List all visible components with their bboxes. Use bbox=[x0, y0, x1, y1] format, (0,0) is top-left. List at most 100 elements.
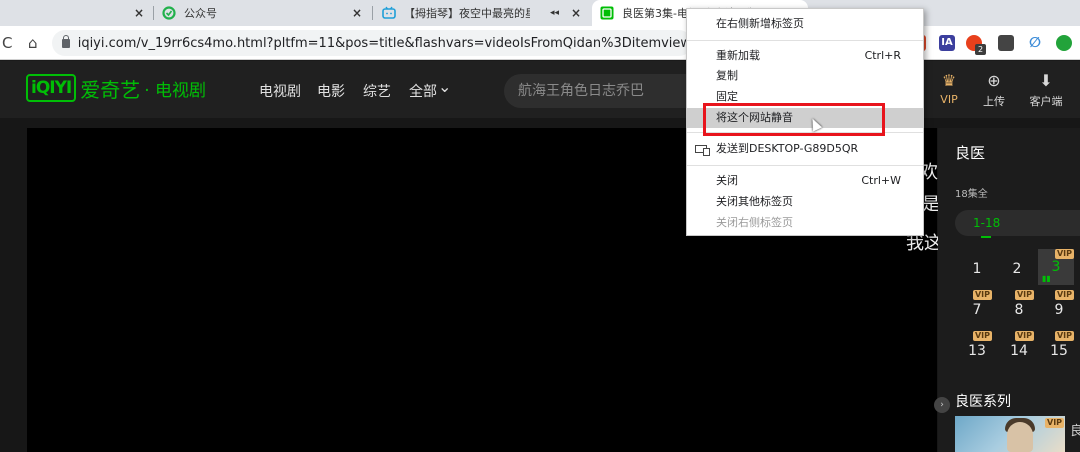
chevron-down-icon[interactable]: ⌄ bbox=[438, 77, 451, 96]
iqiyi-icon bbox=[600, 6, 614, 20]
menu-shortcut: Ctrl+R bbox=[864, 49, 901, 62]
menu-item-label: 发送到DESKTOP-G89D5QR bbox=[716, 142, 859, 155]
menu-item-label: 关闭 bbox=[716, 174, 738, 187]
upload-icon: ⊕ bbox=[987, 71, 1001, 90]
chevron-right-icon[interactable]: › bbox=[934, 397, 950, 413]
vip-badge: VIP bbox=[1054, 331, 1074, 341]
menu-item-label: 重新加载 bbox=[716, 49, 760, 62]
search-input[interactable]: 航海王角色日志乔巴 bbox=[504, 74, 704, 108]
vip-badge: VIP bbox=[1054, 249, 1074, 259]
nav-tv[interactable]: 电视剧 bbox=[259, 81, 301, 101]
series-poster[interactable]: VIP bbox=[955, 416, 1065, 452]
audio-playing-icon[interactable]: ◂◂ bbox=[550, 8, 559, 18]
tab-separator bbox=[372, 6, 373, 20]
episode-item[interactable]: VIP 8 bbox=[1004, 290, 1034, 320]
url-text: iqiyi.com/v_19rr6cs4mo.html?pltfm=11&pos… bbox=[77, 35, 692, 51]
episode-item-current[interactable]: VIP 3 ▮▮ bbox=[1038, 249, 1074, 285]
upload-button[interactable]: ⊕ 上传 bbox=[976, 71, 1012, 109]
menu-item-label: 复制 bbox=[716, 69, 738, 82]
menu-item-label: 关闭其他标签页 bbox=[716, 195, 793, 208]
close-icon[interactable]: × bbox=[571, 6, 581, 20]
tab-separator bbox=[153, 6, 154, 20]
extension-badge: 2 bbox=[975, 44, 986, 55]
green-extension-icon[interactable] bbox=[1056, 35, 1072, 51]
vip-badge: VIP bbox=[972, 331, 992, 341]
close-icon[interactable]: × bbox=[134, 6, 144, 20]
vip-badge: VIP bbox=[1014, 331, 1034, 341]
episode-item[interactable]: VIP 15 bbox=[1044, 331, 1074, 361]
menu-item-close[interactable]: 关闭 Ctrl+W bbox=[687, 171, 923, 191]
episode-number: 9 bbox=[1054, 302, 1064, 318]
poster-caption: 良 bbox=[1070, 424, 1080, 439]
menu-shortcut: Ctrl+W bbox=[861, 174, 901, 187]
poster-face bbox=[1007, 422, 1033, 452]
menu-item-reload[interactable]: 重新加载 Ctrl+R bbox=[687, 46, 923, 66]
panel-title: 良医 bbox=[955, 144, 986, 162]
ia-extension-icon[interactable]: IA bbox=[939, 35, 955, 51]
screen: × 公众号 × 【拇指琴】夜空中最亮的星 ◂◂ × C ⌂ iqiyi.com/… bbox=[0, 0, 1080, 452]
episode-item[interactable]: VIP 14 bbox=[1004, 331, 1034, 361]
range-underline bbox=[981, 236, 991, 238]
episode-count: 18集全 bbox=[955, 189, 988, 200]
series-title: 良医系列 bbox=[955, 394, 1011, 410]
bilibili-icon bbox=[382, 6, 396, 19]
site-logo[interactable]: iQIYI 爱奇艺 · 电视剧 bbox=[26, 73, 206, 103]
close-icon[interactable]: × bbox=[352, 6, 362, 20]
episode-item[interactable]: 1 bbox=[962, 249, 992, 279]
episode-number: 14 bbox=[1010, 343, 1028, 359]
menu-item-close-right: 关闭右侧标签页 bbox=[687, 213, 923, 233]
upload-label: 上传 bbox=[983, 95, 1005, 108]
episode-item[interactable]: VIP 9 bbox=[1044, 290, 1074, 320]
download-icon: ⬇ bbox=[1039, 71, 1053, 90]
episode-number: 15 bbox=[1050, 343, 1068, 359]
leaf-extension-icon[interactable]: ∅ bbox=[1027, 35, 1043, 51]
tab-2[interactable]: 【拇指琴】夜空中最亮的星 ◂◂ × bbox=[382, 0, 590, 26]
episode-number: 3 bbox=[1051, 259, 1061, 275]
client-button[interactable]: ⬇ 客户端 bbox=[1028, 71, 1064, 109]
playing-bars-icon: ▮▮ bbox=[1042, 274, 1051, 283]
menu-item-label: 在右侧新增标签页 bbox=[716, 17, 804, 30]
menu-separator bbox=[687, 40, 923, 41]
episode-range-label: 1-18 bbox=[973, 216, 1001, 230]
vip-badge: VIP bbox=[1014, 290, 1034, 300]
vip-button[interactable]: ♛ VIP bbox=[931, 71, 967, 106]
episode-item[interactable]: 2 bbox=[1002, 249, 1032, 279]
tab-1[interactable]: 公众号 × bbox=[162, 0, 370, 26]
menu-item-send-to-device[interactable]: 发送到DESKTOP-G89D5QR bbox=[687, 139, 923, 159]
episode-number: 7 bbox=[972, 302, 982, 318]
vip-badge: VIP bbox=[1045, 418, 1065, 428]
nav-movie[interactable]: 电影 bbox=[317, 81, 345, 101]
menu-item-label: 关闭右侧标签页 bbox=[716, 216, 793, 229]
client-label: 客户端 bbox=[1029, 95, 1063, 108]
logo-channel: · 电视剧 bbox=[144, 80, 207, 101]
vip-badge: VIP bbox=[1054, 290, 1074, 300]
menu-separator bbox=[687, 165, 923, 166]
lock-icon bbox=[62, 34, 70, 48]
grid-extension-icon[interactable] bbox=[998, 35, 1014, 51]
home-icon[interactable]: ⌂ bbox=[28, 34, 38, 52]
iqiyi-logo-badge: iQIYI bbox=[26, 74, 77, 102]
crown-icon: ♛ bbox=[941, 71, 957, 90]
menu-item-duplicate[interactable]: 复制 bbox=[687, 66, 923, 86]
nav-variety[interactable]: 综艺 bbox=[363, 81, 391, 101]
episode-number: 1 bbox=[972, 261, 982, 277]
tab-title: 【拇指琴】夜空中最亮的星 bbox=[404, 7, 530, 20]
episode-number: 8 bbox=[1014, 302, 1024, 318]
episode-item[interactable]: VIP 7 bbox=[962, 290, 992, 320]
menu-item-new-tab-right[interactable]: 在右侧新增标签页 bbox=[687, 14, 923, 34]
devices-icon bbox=[695, 145, 710, 156]
menu-item-close-others[interactable]: 关闭其他标签页 bbox=[687, 192, 923, 212]
wechat-official-icon bbox=[162, 6, 176, 20]
episode-item[interactable]: VIP 13 bbox=[962, 331, 992, 361]
annotation-highlight-box bbox=[703, 103, 885, 136]
logo-chinese: 爱奇艺 bbox=[80, 77, 141, 102]
vip-label: VIP bbox=[940, 93, 958, 106]
tab-title: 公众号 bbox=[184, 7, 217, 20]
address-bar[interactable]: iqiyi.com/v_19rr6cs4mo.html?pltfm=11&pos… bbox=[52, 30, 692, 56]
reload-icon[interactable]: C bbox=[2, 34, 12, 52]
tab-0[interactable]: × bbox=[0, 0, 152, 26]
episode-number: 2 bbox=[1012, 261, 1022, 277]
vip-badge: VIP bbox=[972, 290, 992, 300]
menu-item-label: 固定 bbox=[716, 90, 738, 103]
nav-all[interactable]: 全部 bbox=[409, 81, 437, 101]
